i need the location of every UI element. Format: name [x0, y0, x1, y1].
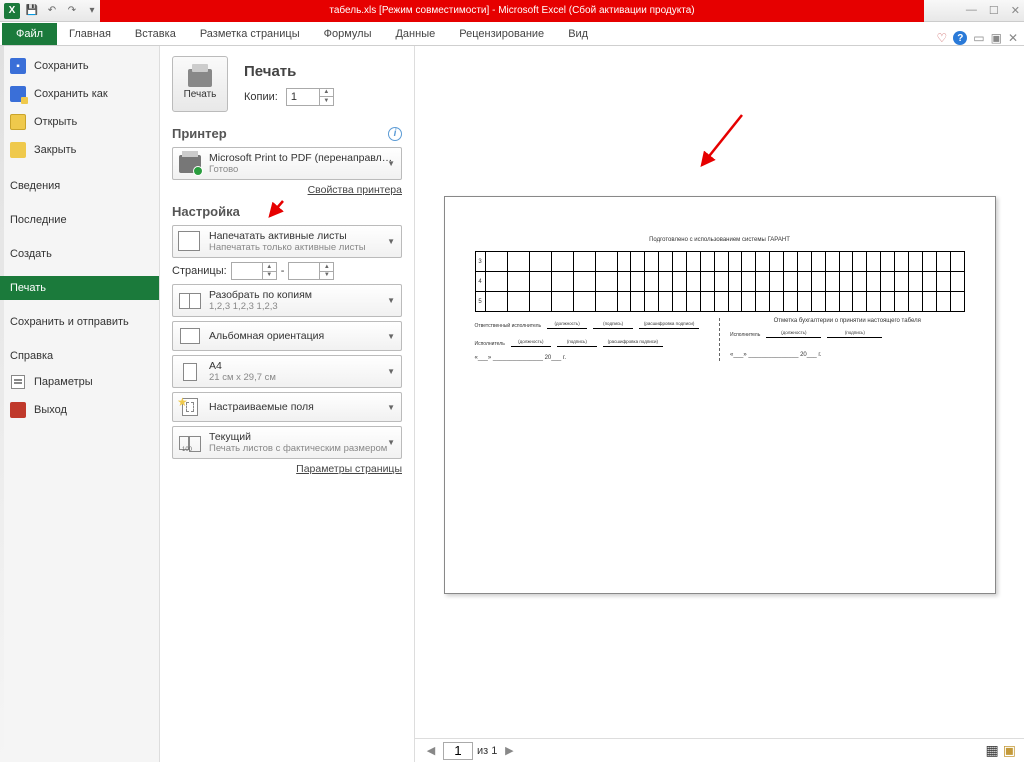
settings-section-title: Настройка: [172, 204, 240, 219]
nav-saveas[interactable]: Сохранить как: [0, 80, 159, 108]
nav-share[interactable]: Сохранить и отправить: [0, 310, 159, 334]
printer-section-title: Принтер: [172, 126, 227, 141]
collate-icon: [179, 293, 201, 309]
chevron-down-icon: ▼: [387, 438, 395, 447]
titlebar: X 💾 ↶ ↷ ▾ табель.xls [Режим совместимост…: [0, 0, 1024, 22]
chevron-down-icon: ▼: [387, 159, 395, 168]
pages-label: Страницы:: [172, 265, 227, 277]
close-icon: [10, 142, 26, 158]
minimize-button[interactable]: —: [966, 4, 977, 17]
close-button[interactable]: ✕: [1011, 4, 1020, 17]
zoom-to-page-icon[interactable]: ▣: [1003, 742, 1016, 759]
qat-redo-icon[interactable]: ↷: [64, 3, 80, 19]
window-title: табель.xls [Режим совместимости] - Micro…: [100, 0, 924, 22]
scale-dropdown[interactable]: 100 ТекущийПечать листов с фактическим р…: [172, 426, 402, 459]
tab-review[interactable]: Рецензирование: [447, 23, 556, 45]
scroll-strip: [0, 46, 4, 762]
nav-options[interactable]: Параметры: [0, 368, 159, 396]
options-icon: [10, 374, 26, 390]
info-icon[interactable]: i: [388, 127, 402, 141]
print-button[interactable]: Печать: [172, 56, 228, 112]
nav-recent[interactable]: Последние: [0, 208, 159, 232]
tab-insert[interactable]: Вставка: [123, 23, 188, 45]
chevron-down-icon: ▼: [387, 403, 395, 412]
chevron-down-icon: ▼: [387, 296, 395, 305]
tab-view[interactable]: Вид: [556, 23, 600, 45]
qat-undo-icon[interactable]: ↶: [44, 3, 60, 19]
open-icon: [10, 114, 26, 130]
saveas-icon: [10, 86, 26, 102]
margins-dropdown[interactable]: ★ Настраиваемые поля ▼: [172, 392, 402, 422]
tab-page-layout[interactable]: Разметка страницы: [188, 23, 312, 45]
pages-from-input[interactable]: ▲▼: [231, 262, 277, 280]
sheets-icon: [180, 233, 200, 251]
chevron-down-icon: ▼: [387, 237, 395, 246]
excel-icon: X: [4, 3, 20, 19]
chevron-down-icon: ▼: [387, 332, 395, 341]
backstage-nav: ▪Сохранить Сохранить как Открыть Закрыть…: [0, 46, 160, 762]
star-icon: ★: [177, 395, 188, 409]
nav-new[interactable]: Создать: [0, 242, 159, 266]
show-margins-icon[interactable]: ▦: [986, 742, 999, 759]
printer-properties-link[interactable]: Свойства принтера: [172, 184, 402, 196]
nav-info[interactable]: Сведения: [0, 174, 159, 198]
pager-current-input[interactable]: [443, 742, 473, 760]
print-title: Печать: [244, 63, 334, 80]
preview-page: Подготовлено с использованием системы ГА…: [444, 196, 996, 594]
tab-formulas[interactable]: Формулы: [312, 23, 384, 45]
tab-file[interactable]: Файл: [2, 23, 57, 45]
heart-icon[interactable]: ♡: [936, 31, 947, 45]
printer-dropdown[interactable]: Microsoft Print to PDF (перенаправлено 1…: [172, 147, 402, 180]
copies-label: Копии:: [244, 91, 278, 103]
print-settings-panel: Печать Печать Копии: 1▲▼ Принтер i Micros…: [160, 46, 415, 762]
tab-data[interactable]: Данные: [383, 23, 447, 45]
collate-dropdown[interactable]: Разобрать по копиям1,2,3 1,2,3 1,2,3 ▼: [172, 284, 402, 317]
nav-save[interactable]: ▪Сохранить: [0, 52, 159, 80]
exit-icon: [10, 402, 26, 418]
qat-customize-icon[interactable]: ▾: [84, 3, 100, 19]
print-what-dropdown[interactable]: Напечатать активные листыНапечатать толь…: [172, 225, 402, 258]
ribbon-minimize-icon[interactable]: ▭: [973, 31, 984, 45]
nav-exit[interactable]: Выход: [0, 396, 159, 424]
orientation-icon: [180, 328, 200, 344]
printer-icon: [188, 69, 212, 87]
orientation-dropdown[interactable]: Альбомная ориентация ▼: [172, 321, 402, 351]
tab-home[interactable]: Главная: [57, 23, 123, 45]
qat-save-icon[interactable]: 💾: [24, 3, 40, 19]
a4-icon: [183, 363, 197, 381]
pager-of-label: из 1: [477, 745, 497, 757]
copies-input[interactable]: 1▲▼: [286, 88, 334, 106]
preview-pager: ◀ из 1 ▶ ▦ ▣: [415, 738, 1024, 762]
preview-table: 3 4 5: [475, 251, 965, 312]
print-preview-panel: Подготовлено с использованием системы ГА…: [415, 46, 1024, 762]
save-icon: ▪: [10, 58, 26, 74]
pager-next-button[interactable]: ▶: [501, 743, 517, 759]
copies-up[interactable]: ▲: [319, 89, 333, 98]
pages-to-input[interactable]: ▲▼: [288, 262, 334, 280]
ribbon-tabs: Файл Главная Вставка Разметка страницы Ф…: [0, 22, 1024, 46]
nav-help[interactable]: Справка: [0, 344, 159, 368]
page-setup-link[interactable]: Параметры страницы: [172, 463, 402, 475]
ribbon-close-icon[interactable]: ✕: [1008, 31, 1018, 45]
ribbon-expand-icon[interactable]: ▣: [991, 31, 1002, 45]
nav-close[interactable]: Закрыть: [0, 136, 159, 164]
nav-open[interactable]: Открыть: [0, 108, 159, 136]
maximize-button[interactable]: ☐: [989, 4, 999, 17]
help-icon[interactable]: ?: [953, 31, 967, 45]
nav-print[interactable]: Печать: [0, 276, 159, 300]
pager-prev-button[interactable]: ◀: [423, 743, 439, 759]
chevron-down-icon: ▼: [387, 367, 395, 376]
paper-size-dropdown[interactable]: A421 см x 29,7 см ▼: [172, 355, 402, 388]
copies-down[interactable]: ▼: [319, 97, 333, 105]
